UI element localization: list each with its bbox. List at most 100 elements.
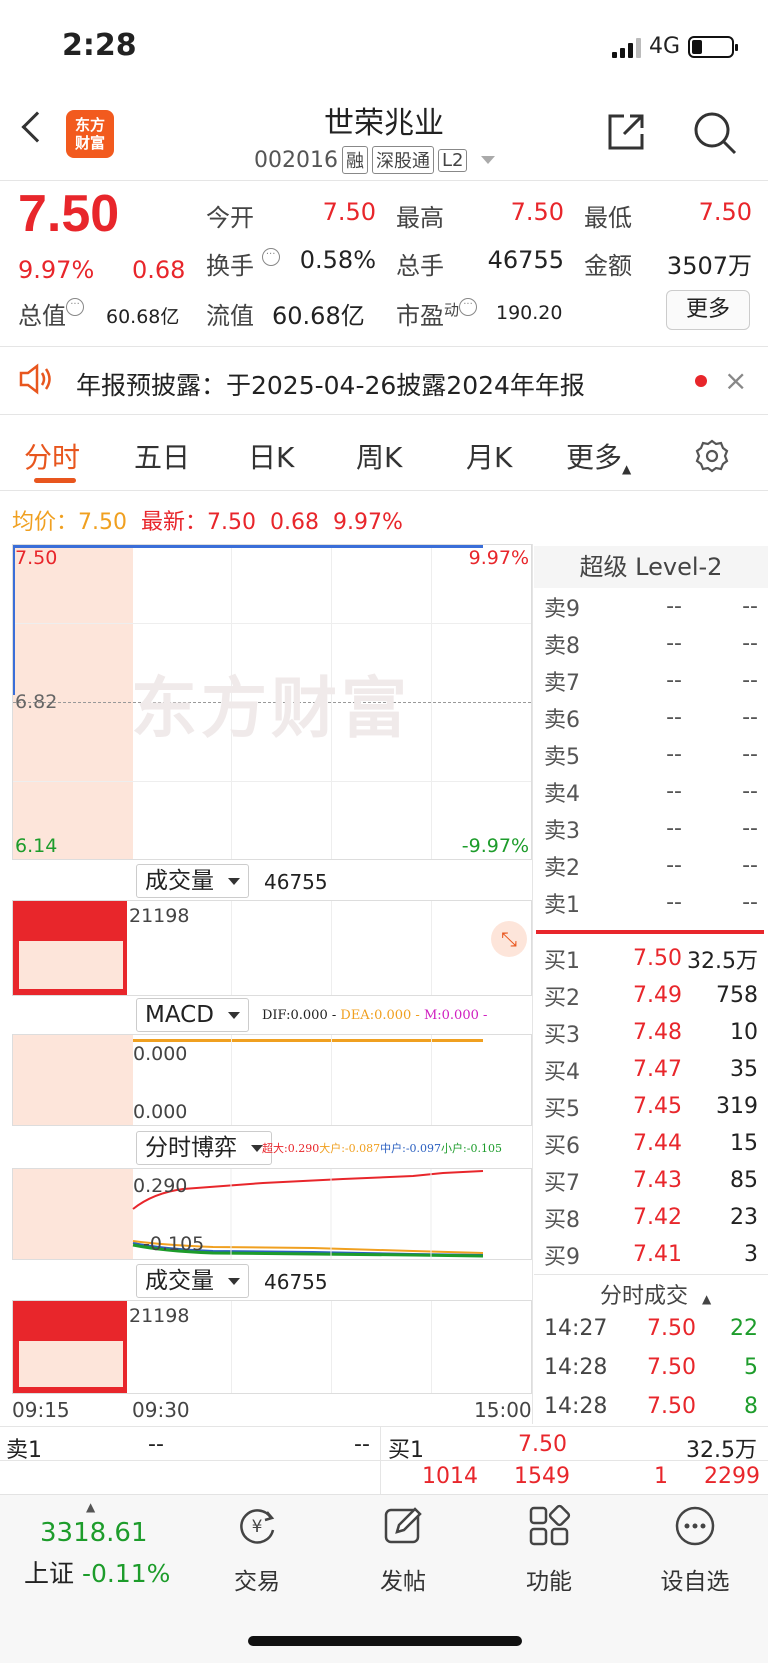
bids-row[interactable]: 买7 7.43 85 bbox=[544, 1162, 758, 1199]
bids-row[interactable]: 买8 7.42 23 bbox=[544, 1199, 758, 1236]
tab-intraday[interactable]: 分时 bbox=[24, 436, 80, 476]
asks-level-label: 卖4 bbox=[544, 781, 580, 807]
big-value: 大户:-0.087 bbox=[319, 1142, 381, 1155]
pct-value: 9.97% bbox=[332, 510, 403, 535]
chart-info: 均价：7.50 最新：7.50 0.68 9.97% bbox=[12, 504, 403, 536]
asks-level-label: 卖3 bbox=[544, 818, 580, 844]
bids-row[interactable]: 买4 7.47 35 bbox=[544, 1051, 758, 1088]
tick-3: 1 bbox=[654, 1464, 668, 1489]
trade-icon: ¥ bbox=[240, 1509, 275, 1544]
asks-row[interactable]: 卖2 -- -- bbox=[544, 847, 758, 884]
trade-price: 7.50 bbox=[647, 1355, 696, 1380]
indicator-select-game[interactable]: 分时博弈 bbox=[136, 1131, 272, 1165]
asks-price: -- bbox=[666, 594, 682, 619]
volume-chart[interactable]: 21198 ⤡ bbox=[12, 900, 532, 996]
close-icon[interactable]: × bbox=[724, 364, 747, 397]
bids-row[interactable]: 买2 7.49 758 bbox=[544, 977, 758, 1014]
info-icon[interactable]: ··· bbox=[459, 298, 478, 316]
info-icon[interactable]: ··· bbox=[66, 298, 84, 316]
pct-axis-bot: -9.97% bbox=[461, 835, 529, 857]
trade-volume: 22 bbox=[730, 1316, 758, 1341]
info-icon[interactable]: ··· bbox=[261, 248, 280, 266]
asks-row[interactable]: 卖8 -- -- bbox=[544, 625, 758, 662]
y-axis-mid: 6.82 bbox=[15, 691, 58, 713]
trade-volume: 8 bbox=[744, 1394, 758, 1419]
volume-chart-2[interactable]: 21198 bbox=[12, 1300, 532, 1394]
tab-weekly-k[interactable]: 周K bbox=[356, 436, 402, 476]
open-label: 今开 bbox=[206, 204, 254, 232]
index-row[interactable]: 上证 -0.11% bbox=[24, 1554, 170, 1590]
nav-post[interactable]: 发帖 bbox=[348, 1504, 458, 1596]
trade-row[interactable]: 14:28 7.50 5 bbox=[544, 1349, 758, 1386]
ask-bid-divider bbox=[536, 930, 764, 934]
asks-volume: -- bbox=[742, 853, 758, 878]
bids-row[interactable]: 买1 7.50 32.5万 bbox=[544, 940, 758, 977]
indicator-select-volume[interactable]: 成交量 bbox=[136, 864, 249, 898]
active-tab-indicator bbox=[34, 478, 76, 483]
asks-volume: -- bbox=[742, 668, 758, 693]
asks-volume: -- bbox=[742, 890, 758, 915]
asks-row[interactable]: 卖3 -- -- bbox=[544, 810, 758, 847]
more-button[interactable]: 更多 bbox=[666, 290, 750, 330]
network-type: 4G bbox=[648, 34, 680, 59]
trade-price: 7.50 bbox=[647, 1316, 696, 1341]
bids-row[interactable]: 买9 7.41 3 bbox=[544, 1236, 758, 1273]
asks-level-label: 卖5 bbox=[544, 744, 580, 770]
indicator-select-volume-2[interactable]: 成交量 bbox=[136, 1264, 249, 1298]
bids-row[interactable]: 买5 7.45 319 bbox=[544, 1088, 758, 1125]
tab-more[interactable]: 更多▲ bbox=[566, 436, 631, 476]
asks-row[interactable]: 卖9 -- -- bbox=[544, 588, 758, 625]
svg-text:¥: ¥ bbox=[252, 1517, 263, 1537]
bids-row[interactable]: 买3 7.48 10 bbox=[544, 1014, 758, 1051]
stock-code-row[interactable]: 002016 融 深股通 L2 bbox=[254, 146, 496, 174]
asks-row[interactable]: 卖5 -- -- bbox=[544, 736, 758, 773]
trades-title-text: 分时成交 bbox=[600, 1284, 689, 1309]
settings-icon[interactable] bbox=[694, 438, 730, 474]
price-chart[interactable]: 东方财富 7.50 6.82 6.14 9.97% -9.97% bbox=[12, 544, 532, 860]
bottom-ask-price: -- bbox=[148, 1432, 164, 1457]
asks-row[interactable]: 卖1 -- -- bbox=[544, 884, 758, 921]
asks-volume: -- bbox=[742, 816, 758, 841]
macd-chart[interactable]: 0.000 0.000 bbox=[12, 1034, 532, 1126]
low-value: 7.50 bbox=[698, 198, 752, 226]
nav-trade[interactable]: ¥ 交易 bbox=[202, 1504, 312, 1596]
time-open: 09:30 bbox=[132, 1398, 190, 1422]
pe-label-text: 市盈 bbox=[396, 302, 444, 330]
search-icon[interactable] bbox=[692, 110, 738, 156]
tab-monthly-k[interactable]: 月K bbox=[466, 436, 512, 476]
tab-daily-k[interactable]: 日K bbox=[248, 436, 294, 476]
asks-row[interactable]: 卖7 -- -- bbox=[544, 662, 758, 699]
indicator-label: 成交量 bbox=[145, 868, 214, 894]
stock-name: 世荣兆业 bbox=[324, 106, 444, 141]
indicator-select-macd[interactable]: MACD bbox=[136, 998, 249, 1032]
nav-functions[interactable]: 功能 bbox=[494, 1504, 604, 1596]
share-icon[interactable] bbox=[604, 110, 648, 154]
asks-row[interactable]: 卖4 -- -- bbox=[544, 773, 758, 810]
trade-row[interactable]: 14:27 7.50 22 bbox=[544, 1310, 758, 1347]
trade-row[interactable]: 14:28 7.50 8 bbox=[544, 1388, 758, 1425]
tab-five-day[interactable]: 五日 bbox=[134, 436, 190, 476]
macd-axis-top: 0.000 bbox=[133, 1043, 188, 1065]
auction-band bbox=[13, 1339, 127, 1393]
avg-value: 7.50 bbox=[78, 510, 127, 535]
auction-volume-base bbox=[13, 1387, 127, 1393]
asks-row[interactable]: 卖6 -- -- bbox=[544, 699, 758, 736]
volume-label: 总手 bbox=[396, 252, 444, 280]
turnover-label: 换手 ··· bbox=[206, 246, 280, 281]
volume-max: 21198 bbox=[129, 905, 190, 927]
trades-title[interactable]: 分时成交 ▲ bbox=[600, 1278, 711, 1310]
expand-icon[interactable]: ⤡ bbox=[491, 921, 527, 957]
caret-up-icon: ▲ bbox=[86, 1500, 96, 1514]
game-chart[interactable]: 0.290 -0.105 bbox=[12, 1168, 532, 1260]
nav-add-watchlist[interactable]: 设自选 bbox=[640, 1504, 750, 1596]
asks-level-label: 卖9 bbox=[544, 596, 580, 622]
pe-label: 市盈动 ··· bbox=[396, 296, 478, 331]
index-value[interactable]: 3318.61 bbox=[40, 1518, 148, 1548]
y-axis-bot: 6.14 bbox=[15, 835, 58, 857]
bids-row[interactable]: 买6 7.44 15 bbox=[544, 1125, 758, 1162]
grid-line bbox=[331, 901, 332, 995]
auction-volume-bars bbox=[13, 1301, 127, 1341]
m-value: M:0.000 - bbox=[423, 1008, 488, 1023]
notice-text[interactable]: 年报预披露：于2025-04-26披露2024年年报 bbox=[76, 366, 585, 402]
level2-title[interactable]: 超级 Level-2 bbox=[534, 546, 768, 588]
